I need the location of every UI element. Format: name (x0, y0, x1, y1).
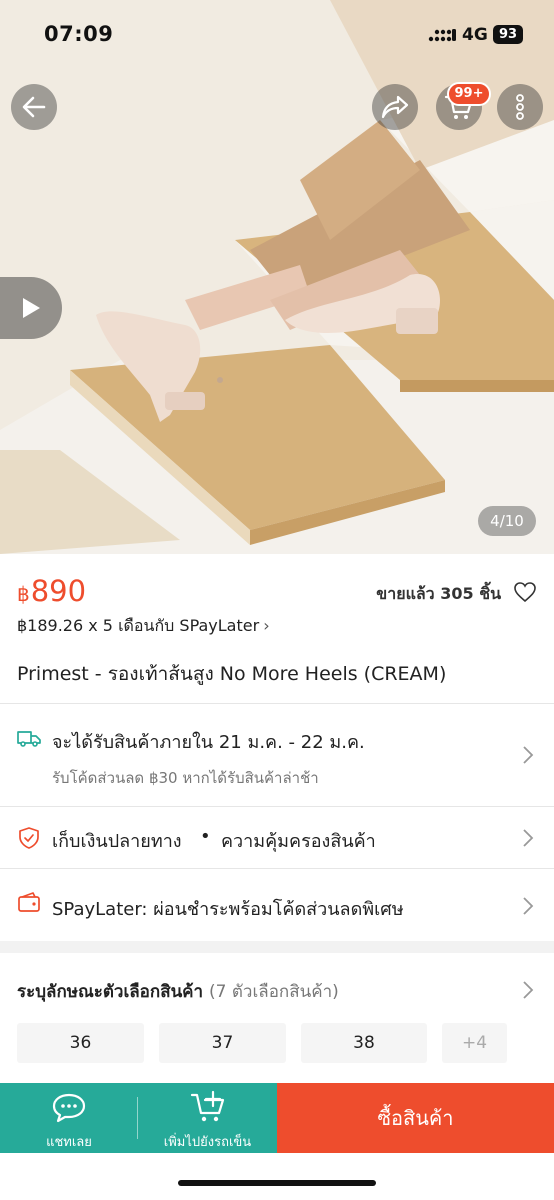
shield-icon (19, 827, 39, 849)
product-protection-label: ความคุ้มครองสินค้า (221, 831, 376, 852)
price-row: ฿890 ขายแล้ว 305 ชิ้น (17, 574, 537, 610)
signal-icon (428, 29, 456, 42)
back-arrow-icon (22, 96, 46, 118)
chat-label: แชทเลย (46, 1135, 92, 1150)
status-time: 07:09 (44, 22, 114, 46)
delivery-estimate: จะได้รับสินค้าภายใน 21 ม.ค. - 22 ม.ค. (52, 732, 365, 753)
divider (0, 703, 554, 704)
chevron-right-icon (523, 897, 534, 915)
play-icon (23, 298, 40, 318)
chat-button[interactable]: แชทเลย (0, 1083, 138, 1153)
status-bar: 07:09 4G 93 (0, 0, 554, 70)
play-video-button[interactable] (0, 277, 62, 339)
more-options-button[interactable] (497, 84, 543, 130)
size-option[interactable]: 36 (17, 1023, 144, 1063)
installment-link[interactable]: ฿189.26 x 5 เดือนกับ SPayLater › (17, 614, 270, 639)
more-vertical-icon (516, 94, 524, 120)
share-icon (381, 95, 409, 119)
add-to-cart-label: เพิ่มไปยังรถเข็น (163, 1135, 252, 1150)
product-image-carousel[interactable]: 07:09 4G 93 99+ 4/10 (0, 0, 554, 554)
battery-indicator: 93 (493, 25, 523, 44)
spaylater-promo: SPayLater: ผ่อนชำระพร้อมโค้ดส่วนลดพิเศษ (52, 899, 404, 920)
product-price: ฿890 (17, 574, 86, 608)
currency-symbol: ฿ (17, 582, 30, 606)
share-button[interactable] (372, 84, 418, 130)
heart-icon[interactable] (513, 581, 537, 603)
network-type: 4G (462, 25, 488, 45)
divider (0, 806, 554, 807)
chevron-right-icon (523, 746, 534, 764)
product-title: Primest - รองเท้าส้นสูง No More Heels (C… (17, 663, 447, 685)
variant-title: ระบุลักษณะตัวเลือกสินค้า (7 ตัวเลือกสินค… (17, 978, 339, 1005)
divider (0, 868, 554, 869)
chevron-right-icon (523, 981, 534, 999)
variant-heading: ระบุลักษณะตัวเลือกสินค้า (17, 982, 204, 1002)
back-button[interactable] (11, 84, 57, 130)
installment-text: ฿189.26 x 5 เดือนกับ SPayLater (17, 616, 260, 635)
late-delivery-voucher: รับโค้ดส่วนลด ฿30 หากได้รับสินค้าล่าช้า (52, 769, 319, 787)
price-value: 890 (30, 574, 87, 608)
chevron-right-icon (523, 829, 534, 847)
truck-icon (17, 731, 41, 747)
section-gap (0, 941, 554, 953)
image-counter: 4/10 (478, 506, 536, 536)
buy-now-button[interactable]: ซื้อสินค้า (277, 1083, 554, 1153)
bottom-action-bar: แชทเลย เพิ่มไปยังรถเข็น ซื้อสินค้า (0, 1083, 554, 1153)
cart-plus-icon (190, 1090, 225, 1122)
size-option[interactable]: 38 (301, 1023, 427, 1063)
wallet-icon (18, 892, 40, 912)
add-to-cart-button[interactable]: เพิ่มไปยังรถเข็น (138, 1083, 277, 1153)
home-indicator[interactable] (178, 1180, 376, 1186)
chevron-right-icon: › (263, 616, 270, 635)
size-option[interactable]: 37 (159, 1023, 286, 1063)
cart-count-badge: 99+ (447, 82, 491, 106)
cod-label: เก็บเงินปลายทาง (52, 831, 182, 852)
bullet-separator: • (200, 826, 211, 847)
sold-count: ขายแล้ว 305 ชิ้น (376, 584, 501, 603)
chat-icon (52, 1093, 86, 1123)
more-sizes[interactable]: +4 (442, 1023, 507, 1063)
variant-count: (7 ตัวเลือกสินค้า) (209, 982, 339, 1002)
